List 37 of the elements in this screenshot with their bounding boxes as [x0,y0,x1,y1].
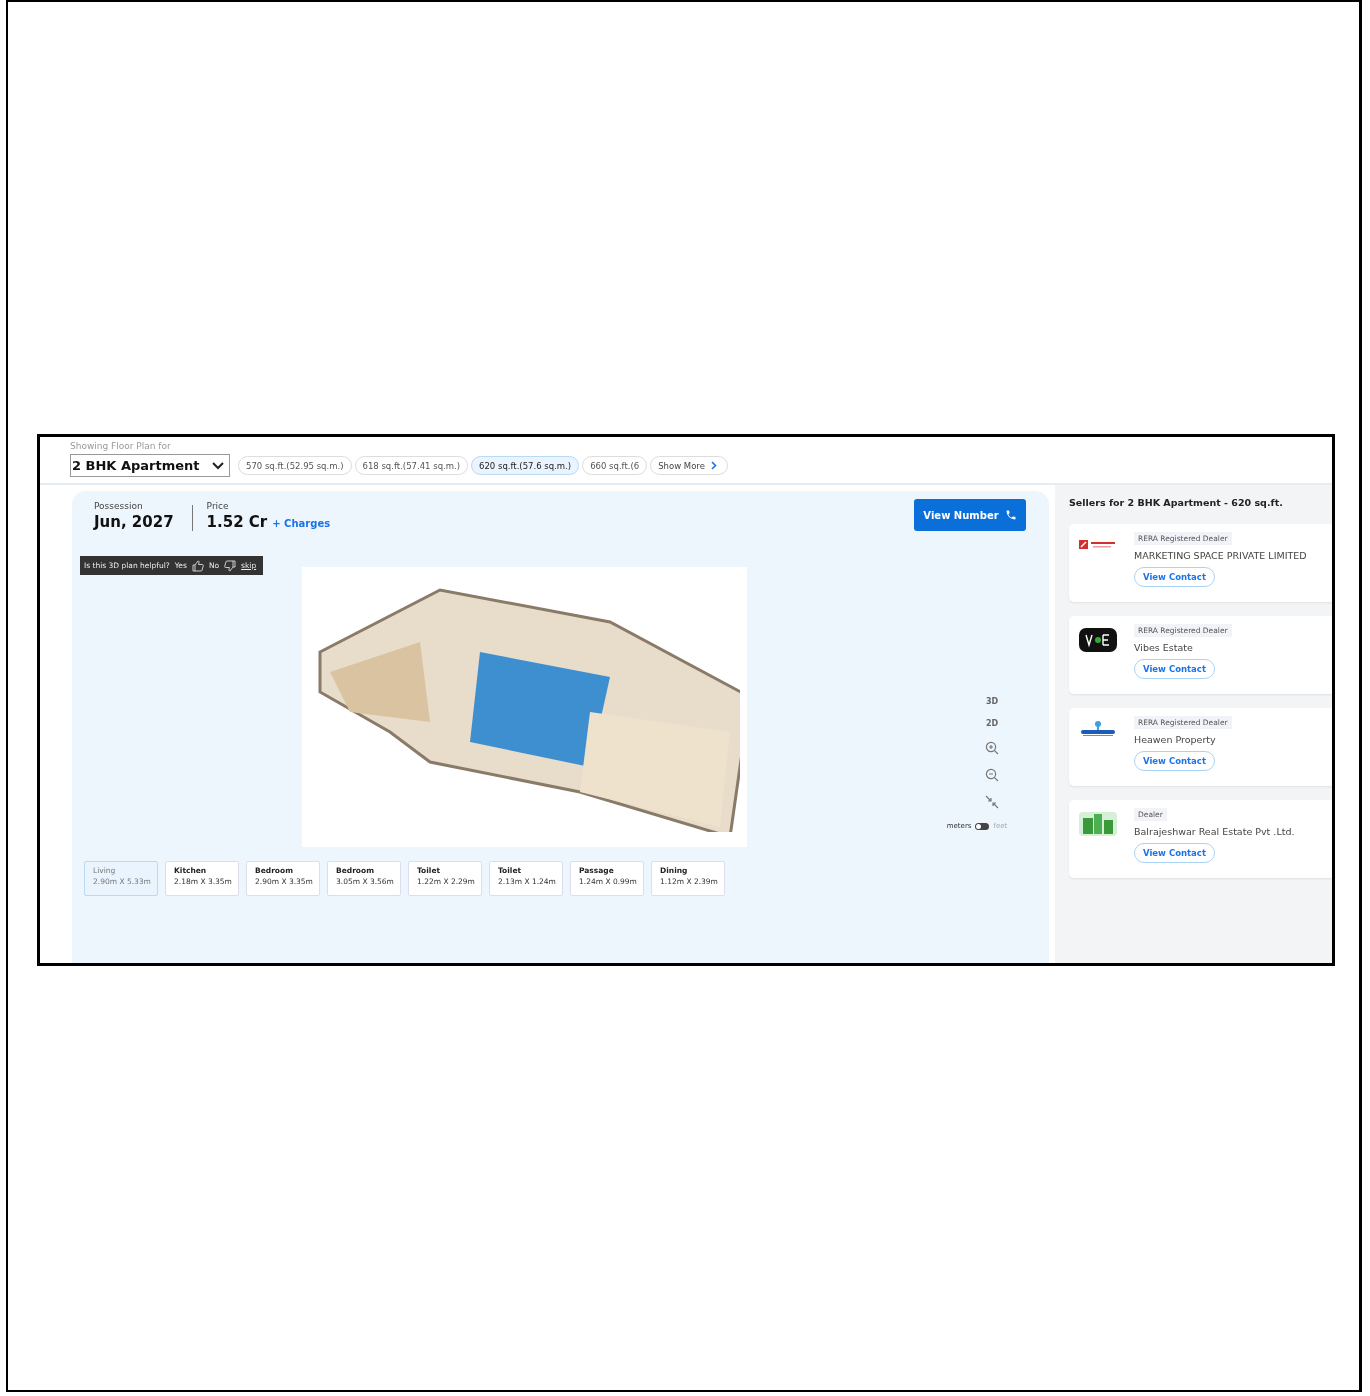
thumbs-up-icon[interactable] [191,559,204,572]
possession-label: Possession [94,501,144,511]
price-label: Price [206,501,230,511]
view-contact-button[interactable]: View Contact [1134,659,1215,679]
floor-plan-caption: Showing Floor Plan for [70,440,172,452]
size-option-chip[interactable]: 620 sq.ft.(57.6 sq.m.) [471,456,580,475]
view-contact-button[interactable]: View Contact [1134,751,1215,771]
collapse-arrows-icon[interactable] [985,795,999,809]
configuration-dropdown[interactable]: 2 BHK Apartment [70,454,230,477]
zoom-out-icon[interactable] [985,768,999,782]
possession-date: Jun, 2027 [94,513,174,531]
seller-name: MARKETING SPACE PRIVATE LIMITED [1134,550,1307,561]
size-option-chip[interactable]: 570 sq.ft.(52.95 sq.m.) [238,456,352,475]
unit-toggle[interactable] [975,822,990,830]
chevron-down-icon [211,461,224,470]
seller-name: Vibes Estate [1134,642,1193,653]
view-number-button[interactable]: View Number [914,499,1026,531]
size-option-chip[interactable]: 660 sq.ft.(6 [582,456,648,475]
view-mode-button[interactable]: 3D [985,697,999,706]
charges-link[interactable]: + Charges [272,518,331,529]
price-value: 1.52 Cr [206,513,268,531]
zoom-in-icon[interactable] [985,741,999,755]
thumbs-down-icon[interactable] [224,559,237,572]
company-logo [1079,628,1117,652]
phone-icon [1004,509,1017,521]
company-logo [1079,720,1117,738]
seller-name: Heawen Property [1134,734,1216,745]
size-option-chip[interactable]: 618 sq.ft.(57.41 sq.m.) [354,456,469,475]
view-contact-button[interactable]: View Contact [1134,843,1215,863]
sellers-heading: Sellers for 2 BHK Apartment - 620 sq.ft. [1069,497,1284,508]
company-logo [1079,812,1117,836]
chevron-right-icon [710,461,717,470]
view-contact-button[interactable]: View Contact [1134,567,1215,587]
company-logo [1079,539,1117,551]
view-mode-button[interactable]: 2D [985,719,999,728]
show-more-button[interactable]: Show More [650,456,728,475]
seller-name: Balrajeshwar Real Estate Pvt .Ltd. [1134,826,1295,837]
